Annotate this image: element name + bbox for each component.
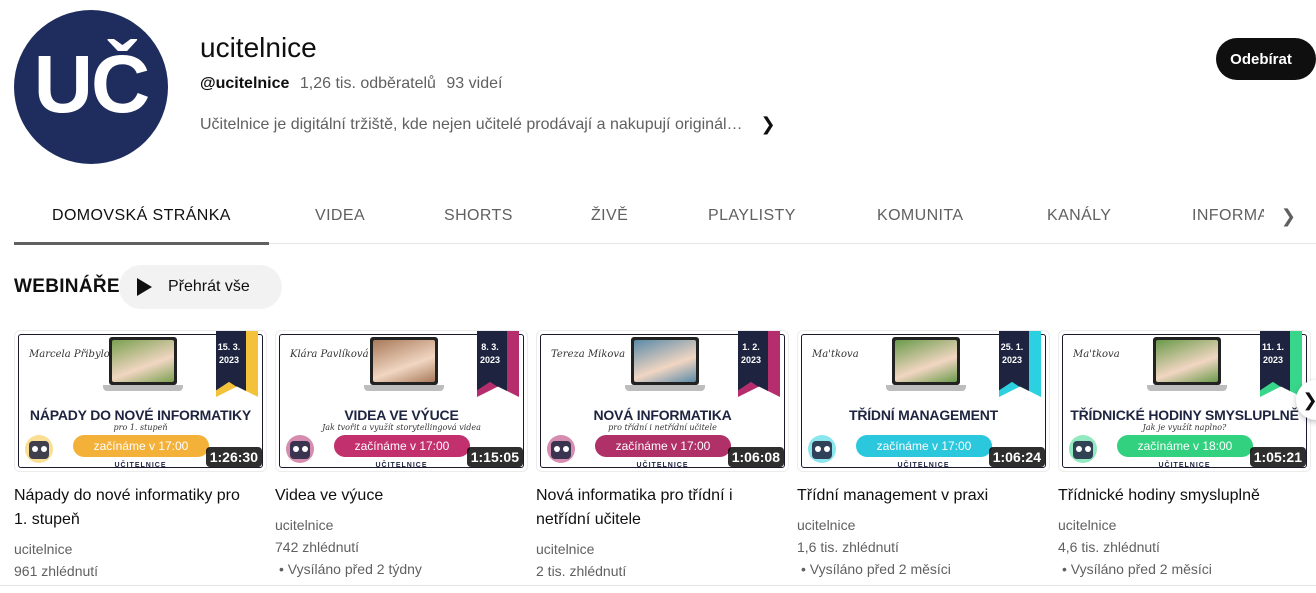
video-count: 93 videí	[446, 75, 503, 92]
presenter-signature: Ma'tkova	[1073, 349, 1120, 360]
video-channel[interactable]: ucitelnice	[797, 514, 1050, 536]
video-duration: 1:06:24	[988, 447, 1045, 467]
divider	[0, 585, 1316, 586]
video-card[interactable]: Klára Pavlíková 8. 3. 2023 VIDEA VE VÝUC…	[275, 330, 528, 580]
tab-live[interactable]: ŽIVĚ	[591, 188, 628, 244]
presenter-signature: Ma'tkova	[812, 349, 859, 360]
start-time-pill: začínáme v 18:00	[1117, 435, 1253, 457]
tab-playlists[interactable]: PLAYLISTY	[708, 188, 796, 244]
thumbnail-subline: Jak tvořit a využít storytellingová vide…	[322, 423, 481, 432]
presenter-signature: Klára Pavlíková	[290, 349, 369, 360]
laptop-icon	[364, 337, 444, 395]
video-channel[interactable]: ucitelnice	[1058, 514, 1311, 536]
laptop-icon	[103, 337, 183, 395]
video-views: 4,6 tis. zhlédnutí	[1058, 539, 1160, 555]
video-views: 1,6 tis. zhlédnutí	[797, 539, 899, 555]
video-duration: 1:15:05	[466, 447, 523, 467]
presenter-signature: Tereza Mikova	[551, 349, 626, 360]
video-title[interactable]: Nápady do nové informatiky pro 1. stupeň	[14, 484, 254, 532]
video-aired: • Vysíláno před 2 týdny	[279, 561, 422, 577]
tab-shorts[interactable]: SHORTS	[444, 188, 513, 244]
ribbon-date: 25. 1. 2023	[999, 331, 1029, 393]
ribbon-date: 8. 3. 2023	[477, 331, 507, 393]
presenter-photo	[112, 340, 174, 382]
laptop-icon	[886, 337, 966, 395]
channel-tabs: DOMOVSKÁ STRÁNKA VIDEA SHORTS ŽIVĚ PLAYL…	[14, 188, 1316, 245]
tab-videos[interactable]: VIDEA	[315, 188, 365, 244]
presenter-photo	[1156, 340, 1218, 382]
video-thumbnail[interactable]: Ma'tkova 11. 1. 2023 TŘÍDNICKÉ HODINY SM…	[1058, 330, 1311, 472]
tab-home[interactable]: DOMOVSKÁ STRÁNKA	[14, 188, 269, 245]
video-duration: 1:06:08	[727, 447, 784, 467]
section-title: WEBINÁŘE	[14, 276, 120, 297]
thumbnail-headline: TŘÍDNICKÉ HODINY SMYSLUPLNĚ	[1070, 407, 1299, 423]
chevron-right-icon[interactable]: ❯	[761, 114, 776, 135]
video-views: 2 tis. zhlédnutí	[536, 563, 627, 579]
channel-meta: @ucitelnice 1,26 tis. odběratelů 93 vide…	[200, 75, 502, 93]
video-thumbnail[interactable]: Klára Pavlíková 8. 3. 2023 VIDEA VE VÝUC…	[275, 330, 528, 472]
play-all-button[interactable]: Přehrát vše	[119, 265, 282, 309]
video-aired: • Vysíláno před 2 měsíci	[801, 561, 951, 577]
thumbnail-headline: NOVÁ INFORMATIKA	[593, 407, 732, 423]
video-views: 742 zhlédnutí	[275, 539, 360, 555]
video-thumbnail[interactable]: Tereza Mikova 1. 2. 2023 NOVÁ INFORMATIK…	[536, 330, 789, 472]
thumbnail-headline: NÁPADY DO NOVÉ INFORMATIKY	[29, 407, 252, 423]
laptop-icon	[1147, 337, 1227, 395]
presenter-photo	[634, 340, 696, 382]
thumbnail-subline: pro 1. stupeň	[113, 423, 168, 432]
ribbon-date: 11. 1. 2023	[1260, 331, 1290, 393]
channel-avatar[interactable]: UČ	[14, 10, 168, 164]
presenter-photo	[895, 340, 957, 382]
channel-handle: @ucitelnice	[200, 75, 290, 92]
tab-about[interactable]: INFORMACE	[1192, 188, 1264, 244]
start-time-pill: začínáme v 17:00	[856, 435, 992, 457]
ribbon-date: 1. 2. 2023	[738, 331, 768, 393]
video-duration: 1:26:30	[205, 447, 262, 467]
avatar-logo-text: UČ	[33, 39, 150, 130]
video-channel[interactable]: ucitelnice	[275, 514, 528, 536]
laptop-icon	[625, 337, 705, 395]
thumbnail-subline: pro třídní i netřídní učitele	[608, 423, 717, 432]
video-channel[interactable]: ucitelnice	[14, 538, 267, 560]
play-icon	[137, 278, 152, 296]
channel-description[interactable]: Učitelnice je digitální tržiště, kde nej…	[200, 114, 776, 135]
video-title[interactable]: Třídní management v praxi	[797, 484, 1037, 508]
video-title[interactable]: Třídnické hodiny smysluplně	[1058, 484, 1298, 508]
start-time-pill: začínáme v 17:00	[73, 435, 209, 457]
subscriber-count: 1,26 tis. odběratelů	[299, 75, 436, 92]
chevron-right-icon: ❯	[1302, 390, 1316, 410]
tab-community[interactable]: KOMUNITA	[877, 188, 963, 244]
subscribe-button[interactable]: Odebírat	[1216, 38, 1316, 80]
video-views: 961 zhlédnutí	[14, 563, 99, 579]
video-title[interactable]: Nová informatika pro třídní i netřídní u…	[536, 484, 776, 532]
video-channel[interactable]: ucitelnice	[536, 538, 789, 560]
video-card[interactable]: Marcela Přibylová 15. 3. 2023 NÁPADY DO …	[14, 330, 267, 582]
play-all-label: Přehrát vše	[168, 278, 250, 295]
video-card[interactable]: Tereza Mikova 1. 2. 2023 NOVÁ INFORMATIK…	[536, 330, 789, 582]
start-time-pill: začínáme v 17:00	[334, 435, 470, 457]
chevron-right-icon[interactable]: ❯	[1281, 188, 1296, 244]
description-text: Učitelnice je digitální tržiště, kde nej…	[200, 115, 743, 133]
video-aired: • Vysíláno před 2 měsíci	[1062, 561, 1212, 577]
video-duration: 1:05:21	[1249, 447, 1306, 467]
thumbnail-subline: Jak je využít naplno?	[1142, 423, 1227, 432]
ribbon-date: 15. 3. 2023	[216, 331, 246, 393]
thumbnail-headline: VIDEA VE VÝUCE	[344, 407, 459, 423]
video-card[interactable]: Ma'tkova 25. 1. 2023 TŘÍDNÍ MANAGEMENT z…	[797, 330, 1050, 580]
video-thumbnail[interactable]: Ma'tkova 25. 1. 2023 TŘÍDNÍ MANAGEMENT z…	[797, 330, 1050, 472]
thumbnail-headline: TŘÍDNÍ MANAGEMENT	[848, 407, 999, 423]
tab-channels[interactable]: KANÁLY	[1047, 188, 1111, 244]
video-card[interactable]: Ma'tkova 11. 1. 2023 TŘÍDNICKÉ HODINY SM…	[1058, 330, 1311, 580]
video-title[interactable]: Videa ve výuce	[275, 484, 515, 508]
channel-name: ucitelnice	[200, 32, 317, 63]
video-thumbnail[interactable]: Marcela Přibylová 15. 3. 2023 NÁPADY DO …	[14, 330, 267, 472]
presenter-photo	[373, 340, 435, 382]
start-time-pill: začínáme v 17:00	[595, 435, 731, 457]
